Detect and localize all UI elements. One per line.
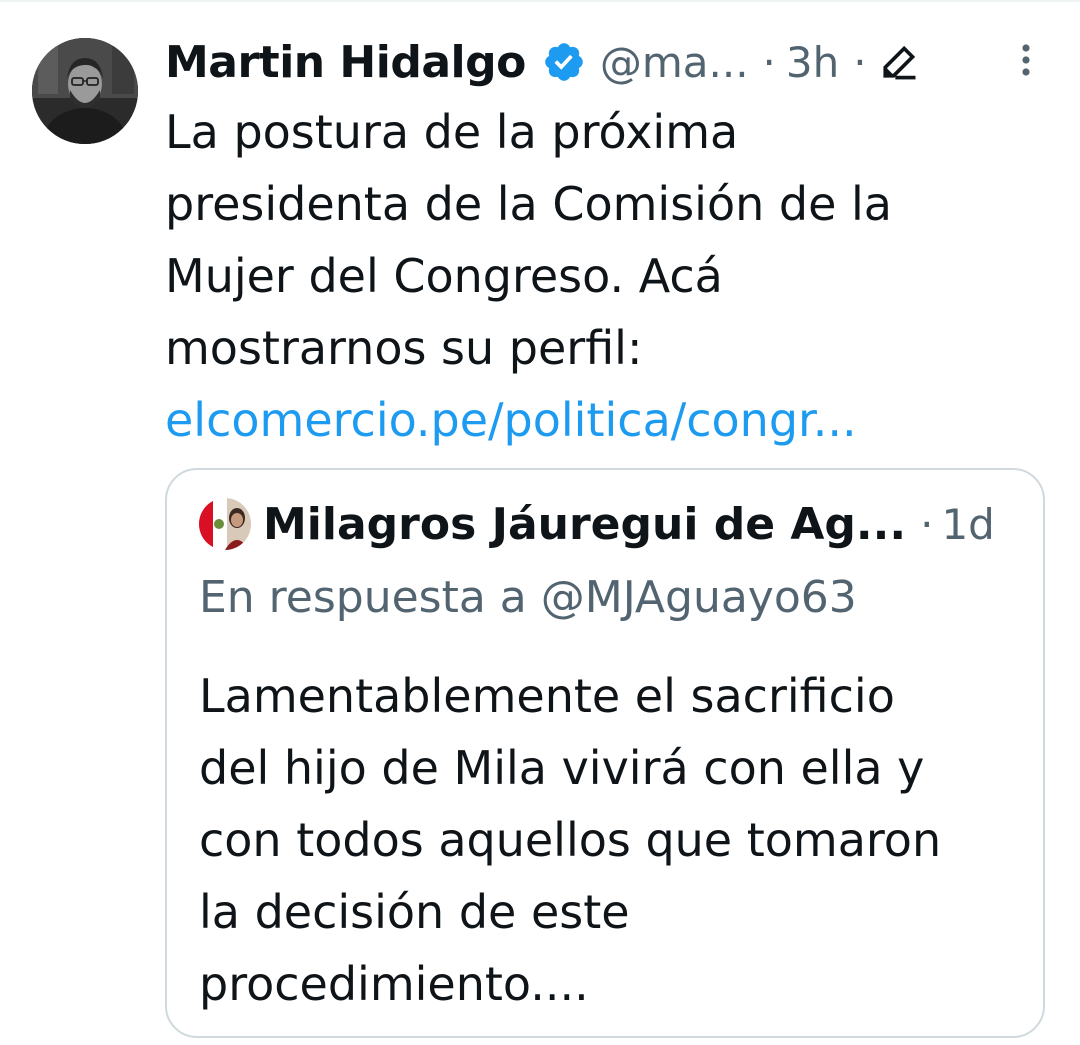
separator-dot: · [762,37,776,87]
quoted-tweet-time[interactable]: 1d [941,500,994,549]
article-link[interactable]: elcomercio.pe/politica/congr... [165,384,857,456]
tweet-text-line: La postura de la próxima [165,105,739,159]
quoted-tweet-card[interactable]: Milagros Jáuregui de Ag... · 1d En respu… [165,468,1045,1038]
quoted-author-avatar[interactable] [199,498,251,550]
author-name[interactable]: Martin Hidalgo [165,37,526,88]
quoted-author-name[interactable]: Milagros Jáuregui de Ag... [263,499,906,550]
tweet-text-line: Mujer del Congreso. Acá [165,249,723,303]
quoted-tweet-header: Milagros Jáuregui de Ag... · 1d [263,492,995,556]
tweet-text: La postura de la próxima presidenta de l… [165,96,1045,384]
quoted-tweet-text: Lamentablemente el sacrificio del hijo d… [199,660,1029,1020]
quoted-text-line: con todos aquellos que tomaron [199,813,942,867]
quoted-text-line: Lamentablemente el sacrificio [199,669,895,723]
quoted-text-line: la decisión de este [199,885,630,939]
tweet-time[interactable]: 3h [786,38,839,87]
author-handle[interactable]: @ma... [600,38,749,87]
more-options-icon[interactable] [1012,40,1040,84]
tweet-header: Martin Hidalgo @ma... · 3h · [165,30,1045,94]
author-avatar[interactable] [32,38,138,144]
top-divider [0,0,1080,2]
separator-dot: · [920,499,934,549]
quoted-text-line: procedimiento.... [199,957,589,1011]
tweet-text-line: mostrarnos su perfil: [165,321,643,375]
reply-context: En respuesta a @MJAguayo63 [199,572,857,623]
quoted-text-line: del hijo de Mila vivirá con ella y [199,741,925,795]
verified-badge-icon [542,40,586,84]
tweet-text-line: presidenta de la Comisión de la [165,177,892,231]
separator-dot: · [853,37,867,87]
edit-pencil-icon[interactable] [877,40,921,84]
